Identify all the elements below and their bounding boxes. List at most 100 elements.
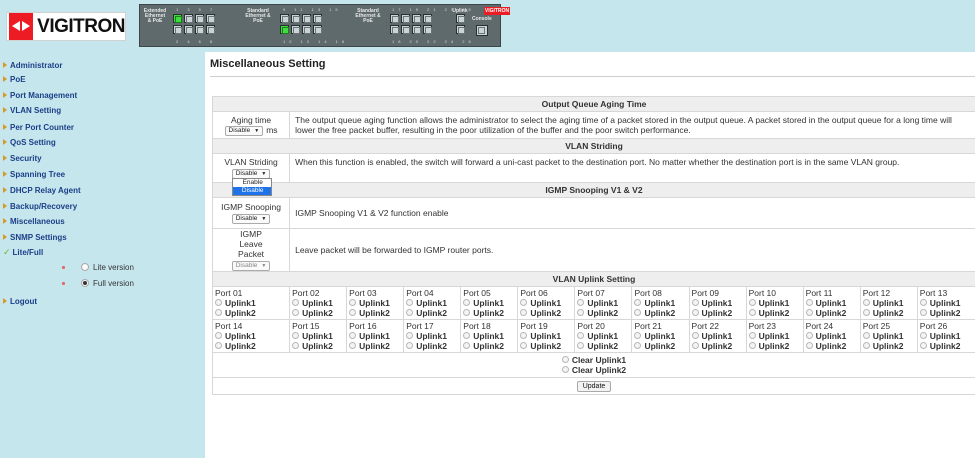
uplink2-radio[interactable]: Uplink2 <box>577 341 629 351</box>
sub-item-label: Lite version <box>93 262 134 272</box>
sidebar-item-logout[interactable]: Logout <box>3 294 37 308</box>
radio-icon <box>463 309 471 316</box>
title-divider <box>210 76 975 77</box>
device-port <box>291 25 300 34</box>
sidebar-item-lite-full[interactable]: ✓ Lite/Full <box>3 245 43 259</box>
device-label-standard-1: Standard Ethernet & PoE <box>245 8 271 24</box>
uplink2-radio[interactable]: Uplink2 <box>463 308 515 318</box>
sidebar-item-label: Logout <box>10 296 38 306</box>
uplink2-radio[interactable]: Uplink2 <box>748 308 801 318</box>
sidebar-item-spanning-tree[interactable]: Spanning Tree <box>3 167 65 181</box>
sidebar-sub-full-version[interactable]: Full version <box>62 277 134 289</box>
uplink1-label: Uplink1 <box>530 330 562 341</box>
uplink2-radio[interactable]: Uplink2 <box>292 308 344 318</box>
dropdown-option-disable[interactable]: Disable <box>232 187 271 195</box>
sidebar-sub-lite-version[interactable]: Lite version <box>62 261 134 273</box>
uplink1-radio[interactable]: Uplink1 <box>748 331 801 341</box>
clear-uplink1-radio[interactable]: Clear Uplink1 <box>561 355 626 365</box>
uplink2-radio[interactable]: Uplink2 <box>463 341 515 351</box>
uplink1-radio[interactable]: Uplink1 <box>292 331 344 341</box>
uplink2-radio[interactable]: Uplink2 <box>748 341 801 351</box>
sidebar-item-administrator[interactable]: Administrator <box>3 58 62 72</box>
uplink1-radio[interactable]: Uplink1 <box>634 298 686 308</box>
port-name: Port 10 <box>748 287 776 298</box>
uplink1-radio[interactable]: Uplink1 <box>349 331 401 341</box>
radio-icon <box>577 332 585 339</box>
uplink2-radio[interactable]: Uplink2 <box>349 341 401 351</box>
uplink2-radio[interactable]: Uplink2 <box>919 341 973 351</box>
uplink1-radio[interactable]: Uplink1 <box>215 331 287 341</box>
uplink1-radio[interactable]: Uplink1 <box>463 298 515 308</box>
uplink1-radio[interactable]: Uplink1 <box>634 331 686 341</box>
uplink1-radio[interactable]: Uplink1 <box>463 331 515 341</box>
uplink2-label: Uplink2 <box>473 340 504 351</box>
vlan-striding-select[interactable]: Disable ▼ <box>231 168 271 179</box>
uplink2-radio[interactable]: Uplink2 <box>520 341 572 351</box>
uplink2-radio[interactable]: Uplink2 <box>691 341 744 351</box>
uplink1-radio[interactable]: Uplink1 <box>862 331 915 341</box>
uplink1-radio[interactable]: Uplink1 <box>406 298 458 308</box>
uplink2-radio[interactable]: Uplink2 <box>215 341 287 351</box>
uplink1-radio[interactable]: Uplink1 <box>577 331 629 341</box>
uplink2-radio[interactable]: Uplink2 <box>634 341 686 351</box>
uplink1-radio[interactable]: Uplink1 <box>292 298 344 308</box>
sidebar-item-miscellaneous[interactable]: Miscellaneous <box>3 214 65 228</box>
update-button[interactable]: Update <box>576 380 612 392</box>
device-port-numbers-bottom: 10 12 14 16 <box>283 39 349 44</box>
sidebar-item-per-port-counter[interactable]: Per Port Counter <box>3 120 74 134</box>
uplink2-radio[interactable]: Uplink2 <box>691 308 744 318</box>
uplink1-radio[interactable]: Uplink1 <box>520 331 572 341</box>
uplink2-radio[interactable]: Uplink2 <box>862 341 915 351</box>
uplink2-radio[interactable]: Uplink2 <box>805 341 858 351</box>
sidebar-item-security[interactable]: Security <box>3 151 42 165</box>
uplink2-radio[interactable]: Uplink2 <box>919 308 973 318</box>
uplink2-radio[interactable]: Uplink2 <box>577 308 629 318</box>
uplink-port-cell: Port 06 Uplink1 Uplink2 <box>517 285 576 320</box>
radio-icon <box>862 299 870 306</box>
uplink1-radio[interactable]: Uplink1 <box>919 298 973 308</box>
device-port <box>412 25 421 34</box>
sidebar-item-dhcp-relay-agent[interactable]: DHCP Relay Agent <box>3 183 81 197</box>
uplink2-radio[interactable]: Uplink2 <box>349 308 401 318</box>
sidebar-item-port-management[interactable]: Port Management <box>3 88 77 102</box>
radio-icon <box>805 332 813 339</box>
uplink1-radio[interactable]: Uplink1 <box>577 298 629 308</box>
uplink2-radio[interactable]: Uplink2 <box>520 308 572 318</box>
radio-icon <box>81 263 89 271</box>
uplink2-radio[interactable]: Uplink2 <box>292 341 344 351</box>
aging-time-select[interactable]: Disable ▼ <box>224 125 264 136</box>
uplink2-radio[interactable]: Uplink2 <box>862 308 915 318</box>
uplink1-radio[interactable]: Uplink1 <box>349 298 401 308</box>
sidebar-item-vlan-setting[interactable]: VLAN Setting <box>3 103 61 117</box>
uplink1-radio[interactable]: Uplink1 <box>406 331 458 341</box>
section-header-uplink: VLAN Uplink Setting <box>212 270 975 287</box>
uplink1-radio[interactable]: Uplink1 <box>862 298 915 308</box>
radio-icon <box>862 332 870 339</box>
uplink1-radio[interactable]: Uplink1 <box>691 331 744 341</box>
uplink1-radio[interactable]: Uplink1 <box>691 298 744 308</box>
uplink1-radio[interactable]: Uplink1 <box>805 331 858 341</box>
sidebar-item-qos-setting[interactable]: QoS Setting <box>3 135 56 149</box>
sidebar-item-poe[interactable]: PoE <box>3 72 26 86</box>
uplink1-radio[interactable]: Uplink1 <box>215 298 287 308</box>
sidebar-item-label: DHCP Relay Agent <box>10 185 81 195</box>
uplink1-radio[interactable]: Uplink1 <box>919 331 973 341</box>
clear-uplink2-radio[interactable]: Clear Uplink2 <box>561 365 626 375</box>
igmp-snooping-select[interactable]: Disable ▼ <box>231 213 271 224</box>
sidebar-item-backup-recovery[interactable]: Backup/Recovery <box>3 199 77 213</box>
uplink2-radio[interactable]: Uplink2 <box>215 308 287 318</box>
uplink1-radio[interactable]: Uplink1 <box>748 298 801 308</box>
dropdown-option-enable[interactable]: Enable <box>233 179 271 187</box>
device-port <box>456 25 465 34</box>
port-name: Port 13 <box>919 287 948 298</box>
port-name: Port 11 <box>805 287 833 298</box>
uplink2-radio[interactable]: Uplink2 <box>406 308 458 318</box>
uplink2-radio[interactable]: Uplink2 <box>805 308 858 318</box>
uplink2-radio[interactable]: Uplink2 <box>634 308 686 318</box>
uplink1-radio[interactable]: Uplink1 <box>805 298 858 308</box>
radio-icon <box>520 332 528 339</box>
uplink1-radio[interactable]: Uplink1 <box>520 298 572 308</box>
uplink2-radio[interactable]: Uplink2 <box>406 341 458 351</box>
sidebar-item-snmp-settings[interactable]: SNMP Settings <box>3 230 67 244</box>
arrow-right-icon <box>3 187 7 193</box>
